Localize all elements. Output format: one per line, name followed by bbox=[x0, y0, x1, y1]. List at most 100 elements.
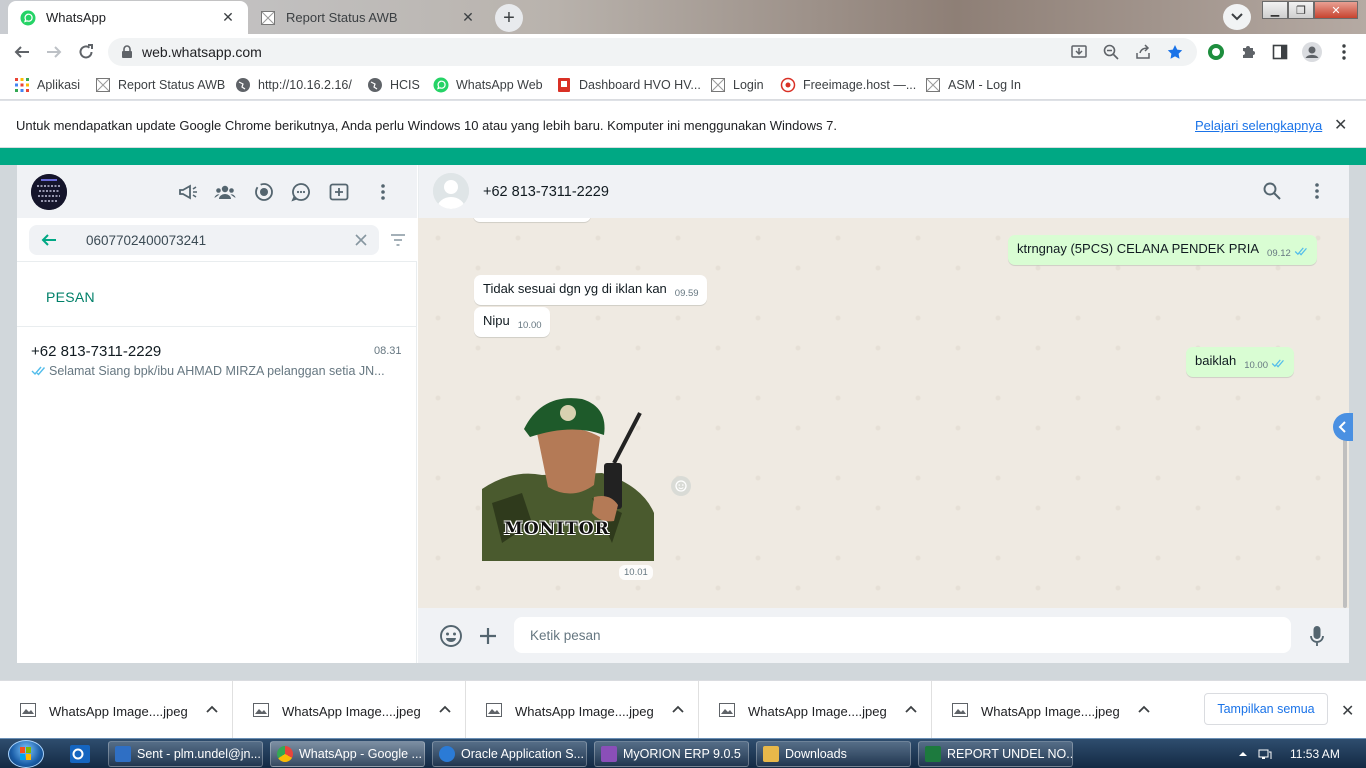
reaction-button[interactable] bbox=[671, 476, 691, 496]
message-bubble-incoming[interactable]: Nipu 10.00 bbox=[474, 307, 550, 337]
bookmark-star-icon[interactable] bbox=[1166, 43, 1184, 61]
address-bar[interactable]: web.whatsapp.com bbox=[108, 38, 1197, 66]
new-chat-icon[interactable] bbox=[327, 180, 351, 204]
scrollbar-thumb[interactable] bbox=[1343, 423, 1347, 608]
close-window-button[interactable]: ✕ bbox=[1314, 1, 1358, 19]
close-icon[interactable]: ✕ bbox=[1334, 115, 1347, 135]
close-tab-icon[interactable]: ✕ bbox=[220, 9, 236, 26]
bookmark-aplikasi[interactable]: Aplikasi bbox=[14, 76, 80, 94]
profile-avatar-icon[interactable] bbox=[1302, 42, 1322, 62]
close-tab-icon[interactable]: ✕ bbox=[460, 9, 476, 26]
infobar-message: Untuk mendapatkan update Google Chrome b… bbox=[16, 118, 837, 133]
system-clock[interactable]: 11:53 AM bbox=[1290, 747, 1340, 761]
message-bubble-outgoing[interactable]: baiklah 10.00 bbox=[1186, 347, 1294, 377]
taskbar-item-oracle[interactable]: Oracle Application S... bbox=[432, 741, 587, 767]
download-item[interactable]: WhatsApp Image....jpeg bbox=[932, 681, 1165, 739]
attach-plus-icon[interactable] bbox=[475, 623, 501, 649]
tray-arrow-up-icon[interactable] bbox=[1236, 748, 1250, 760]
bookmark-freeimage[interactable]: Freeimage.host —... bbox=[780, 76, 916, 94]
extension-sidetab[interactable] bbox=[1333, 413, 1353, 441]
start-button[interactable] bbox=[8, 740, 44, 768]
chevron-up-icon[interactable] bbox=[439, 703, 451, 717]
taskbar-item-excel[interactable]: REPORT UNDEL NO... bbox=[918, 741, 1073, 767]
sidebar: 0607702400073241 PESAN +62 813-7311-2229… bbox=[17, 165, 417, 663]
bookmark-whatsapp-web[interactable]: WhatsApp Web bbox=[433, 76, 543, 94]
bookmark-asm-login[interactable]: ASM - Log In bbox=[925, 76, 1021, 94]
header-band bbox=[0, 148, 1366, 165]
forward-button[interactable] bbox=[42, 40, 66, 64]
message-time: 10.00 bbox=[517, 320, 542, 331]
show-all-downloads-button[interactable]: Tampilkan semua bbox=[1204, 693, 1328, 725]
whatsapp-icon bbox=[433, 77, 449, 93]
outlook-pinned-icon[interactable] bbox=[67, 743, 93, 765]
taskbar-item-downloads[interactable]: Downloads bbox=[756, 741, 911, 767]
download-item[interactable]: WhatsApp Image....jpeg bbox=[699, 681, 932, 739]
message-input[interactable]: Ketik pesan bbox=[514, 617, 1291, 653]
megaphone-icon[interactable] bbox=[176, 180, 200, 204]
bookmark-report-status-awb[interactable]: Report Status AWB bbox=[95, 76, 225, 94]
taskbar-item-myorion[interactable]: MyORION ERP 9.0.5 bbox=[594, 741, 749, 767]
chevron-up-icon[interactable] bbox=[206, 703, 218, 717]
close-icon[interactable]: ✕ bbox=[1341, 701, 1354, 721]
back-button[interactable] bbox=[10, 40, 34, 64]
arrow-right-icon bbox=[46, 44, 62, 60]
menu-icon[interactable] bbox=[371, 180, 395, 204]
arrow-left-icon[interactable] bbox=[41, 232, 57, 248]
search-icon[interactable] bbox=[1263, 182, 1281, 200]
clear-search-icon[interactable] bbox=[355, 234, 367, 246]
taskbar-item-outlook[interactable]: Sent - plm.undel@jn... bbox=[108, 741, 263, 767]
microphone-icon[interactable] bbox=[1304, 623, 1330, 649]
contact-avatar[interactable] bbox=[433, 173, 469, 209]
reload-button[interactable] bbox=[74, 40, 98, 64]
share-icon[interactable] bbox=[1134, 43, 1152, 61]
download-item[interactable]: WhatsApp Image....jpeg bbox=[0, 681, 233, 739]
taskbar-item-chrome[interactable]: WhatsApp - Google ... bbox=[270, 741, 425, 767]
message-bubble-incoming[interactable]: Tidak sesuai dgn yg di iklan kan 09.59 bbox=[474, 275, 707, 305]
chrome-menu-icon[interactable] bbox=[1334, 42, 1354, 62]
bookmark-hcis[interactable]: HCIS bbox=[367, 76, 420, 94]
zoom-icon[interactable] bbox=[1102, 43, 1120, 61]
network-icon[interactable] bbox=[1258, 748, 1272, 760]
page-icon bbox=[710, 77, 726, 93]
message-time: 09.59 bbox=[674, 288, 699, 299]
communities-icon[interactable] bbox=[213, 180, 237, 204]
learn-more-link[interactable]: Pelajari selengkapnya bbox=[1195, 118, 1322, 133]
bookmark-dashboard-hvo[interactable]: Dashboard HVO HV... bbox=[556, 76, 701, 94]
chevron-up-icon[interactable] bbox=[1138, 703, 1150, 717]
maximize-button[interactable]: ❐ bbox=[1288, 1, 1314, 19]
extension-green-icon[interactable] bbox=[1206, 42, 1226, 62]
download-item[interactable]: WhatsApp Image....jpeg bbox=[233, 681, 466, 739]
tab-report-status-awb[interactable]: Report Status AWB ✕ bbox=[248, 1, 488, 34]
bookmark-login[interactable]: Login bbox=[710, 76, 764, 94]
extensions-puzzle-icon[interactable] bbox=[1238, 42, 1258, 62]
search-result-item[interactable]: +62 813-7311-2229 08.31 Selamat Siang bp… bbox=[17, 327, 417, 387]
message-list[interactable]: ktrngnay (5PCS) CELANA PENDEK PRIA 09.12 … bbox=[418, 218, 1349, 608]
search-input[interactable]: 0607702400073241 bbox=[29, 225, 379, 255]
message-text: Nipu bbox=[483, 313, 510, 328]
menu-icon[interactable] bbox=[1315, 183, 1319, 199]
channels-icon[interactable] bbox=[289, 180, 313, 204]
side-panel-icon[interactable] bbox=[1270, 42, 1290, 62]
chevron-up-icon[interactable] bbox=[905, 703, 917, 717]
new-tab-button[interactable]: + bbox=[495, 4, 523, 32]
message-text: baiklah bbox=[1195, 353, 1237, 368]
emoji-icon[interactable] bbox=[438, 623, 464, 649]
sticker-message[interactable]: MONITOR bbox=[482, 393, 654, 561]
lock-icon[interactable] bbox=[118, 43, 136, 61]
filter-icon[interactable] bbox=[391, 234, 405, 246]
install-icon[interactable] bbox=[1070, 43, 1088, 61]
message-bubble-partial bbox=[473, 218, 591, 222]
profile-avatar[interactable] bbox=[31, 174, 67, 210]
download-item[interactable]: WhatsApp Image....jpeg bbox=[466, 681, 699, 739]
message-composer: Ketik pesan bbox=[418, 608, 1349, 663]
minimize-button[interactable]: ▁ bbox=[1262, 1, 1288, 19]
message-bubble-outgoing[interactable]: ktrngnay (5PCS) CELANA PENDEK PRIA 09.12 bbox=[1008, 235, 1317, 265]
tab-search-button[interactable] bbox=[1223, 4, 1251, 30]
conversation-header[interactable]: +62 813-7311-2229 bbox=[418, 165, 1349, 218]
globe-icon bbox=[235, 77, 251, 93]
bookmark-ip-address[interactable]: http://10.16.2.16/ bbox=[235, 76, 352, 94]
status-icon[interactable] bbox=[252, 180, 276, 204]
windows-logo-icon bbox=[20, 747, 31, 760]
chevron-up-icon[interactable] bbox=[672, 703, 684, 717]
tab-whatsapp[interactable]: WhatsApp ✕ bbox=[8, 1, 248, 34]
